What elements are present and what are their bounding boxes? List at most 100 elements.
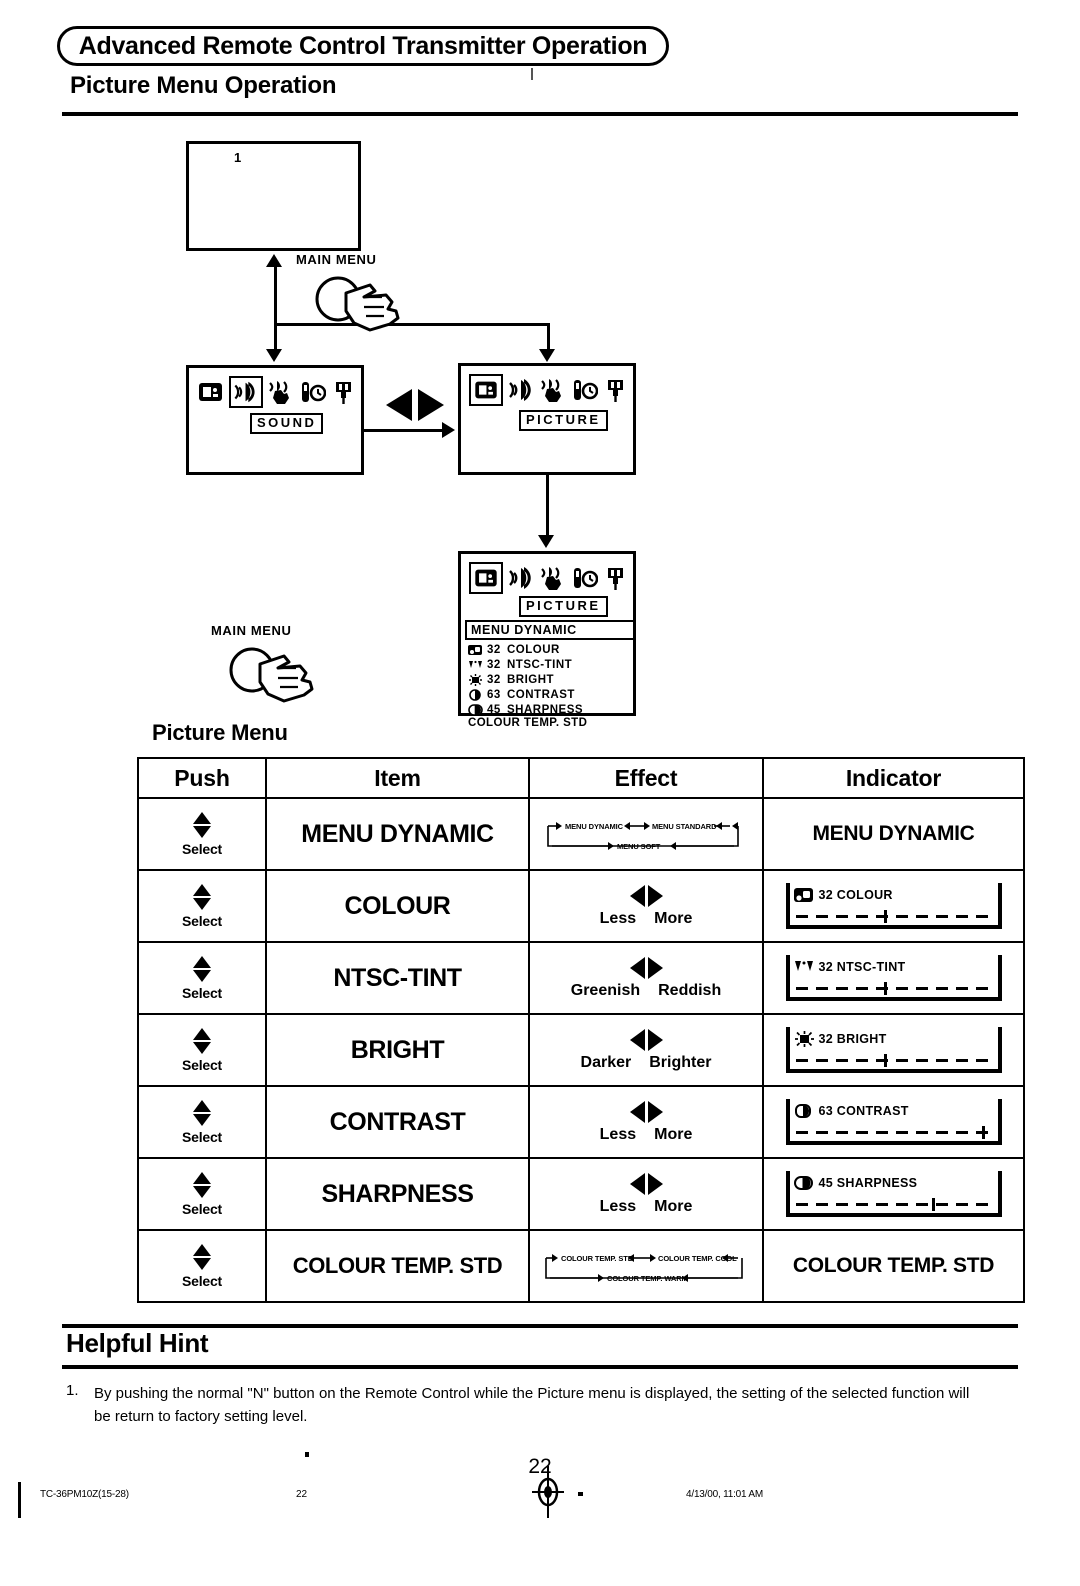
push-cell[interactable]: Select bbox=[137, 941, 267, 1015]
down-arrow-icon[interactable] bbox=[193, 1257, 211, 1270]
osd-item-contrast[interactable]: 63 CONTRAST bbox=[465, 687, 635, 702]
picture-tag: PICTURE bbox=[519, 596, 608, 618]
osd-item-label: COLOUR bbox=[507, 643, 560, 656]
indicator-value: 32 bbox=[818, 960, 834, 974]
up-arrow-icon[interactable] bbox=[193, 955, 211, 968]
sharpness-icon bbox=[468, 703, 483, 716]
item-label: MENU DYNAMIC bbox=[301, 819, 494, 848]
up-arrow-icon[interactable] bbox=[193, 1243, 211, 1256]
indicator-slider: 32 COLOUR bbox=[785, 883, 1002, 929]
slider-dashes bbox=[795, 1131, 992, 1134]
osd-item-colour-temp[interactable]: COLOUR TEMP. STD bbox=[465, 717, 635, 732]
audio-hand-icon[interactable] bbox=[539, 376, 566, 404]
column-header-label: Item bbox=[374, 764, 421, 791]
push-cell[interactable]: Select bbox=[137, 1085, 267, 1159]
push-cell[interactable]: Select bbox=[137, 1013, 267, 1087]
slider-dashes bbox=[795, 1059, 992, 1062]
slider-baseline bbox=[785, 997, 1002, 1001]
hand-press-icon-top bbox=[312, 271, 404, 335]
osd-item-sharpness[interactable]: 45 SHARPNESS bbox=[465, 702, 635, 717]
sound-icon[interactable] bbox=[508, 376, 535, 404]
up-arrow-icon[interactable] bbox=[193, 811, 211, 824]
audio-hand-icon[interactable] bbox=[267, 378, 294, 406]
stray-dot bbox=[305, 1452, 309, 1457]
push-cell[interactable]: Select bbox=[137, 797, 267, 871]
effect-cell: MENU DYNAMIC MENU STANDARD MENU SOFT bbox=[528, 797, 764, 871]
osd-icon-row-settings bbox=[469, 561, 629, 595]
osd-selected-header[interactable]: MENU DYNAMIC bbox=[465, 620, 635, 640]
osd-icon-row-picture bbox=[469, 373, 629, 407]
osd-item-bright[interactable]: 32 BRIGHT bbox=[465, 672, 635, 687]
down-arrow-icon[interactable] bbox=[193, 1113, 211, 1126]
down-arrow-icon[interactable] bbox=[193, 1185, 211, 1198]
down-arrow-icon[interactable] bbox=[193, 969, 211, 982]
left-arrow-icon bbox=[629, 1172, 645, 1195]
osd-item-label: SHARPNESS bbox=[507, 703, 584, 716]
osd-item-ntsc-tint[interactable]: 32 NTSC-TINT bbox=[465, 657, 635, 672]
osd-item-colour[interactable]: 32 COLOUR bbox=[465, 642, 635, 657]
tv-screen-initial: 1 bbox=[186, 141, 361, 251]
left-right-arrows-icon bbox=[629, 1172, 663, 1195]
up-arrow-icon[interactable] bbox=[193, 883, 211, 896]
setup-plug-icon[interactable] bbox=[602, 376, 629, 404]
sound-icon[interactable] bbox=[508, 564, 535, 592]
hint-rule-bottom bbox=[62, 1365, 1018, 1369]
table-caption: Picture Menu bbox=[152, 720, 288, 745]
setup-plug-icon[interactable] bbox=[602, 564, 629, 592]
up-arrow-icon[interactable] bbox=[193, 1171, 211, 1184]
slider-left-cap bbox=[785, 1099, 790, 1145]
arrowhead-down-to-menu bbox=[538, 535, 554, 548]
osd-item-value: 32 bbox=[487, 643, 501, 656]
indicator-value: 45 bbox=[818, 1176, 834, 1190]
slider-thumb[interactable] bbox=[883, 910, 887, 923]
down-arrow-icon[interactable] bbox=[193, 897, 211, 910]
right-arrow-icon bbox=[647, 1172, 663, 1195]
sound-tag: SOUND bbox=[250, 413, 324, 435]
picture-icon[interactable] bbox=[197, 378, 224, 406]
sound-icon[interactable] bbox=[228, 376, 263, 408]
effect-cell: Less More bbox=[528, 869, 764, 943]
up-arrow-icon[interactable] bbox=[193, 1099, 211, 1112]
slider-thumb[interactable] bbox=[883, 982, 887, 995]
up-arrow-icon[interactable] bbox=[193, 1027, 211, 1040]
hint-title: Helpful Hint bbox=[66, 1328, 209, 1358]
down-arrow-icon[interactable] bbox=[193, 1041, 211, 1054]
arrowhead-right-to-picture bbox=[442, 422, 455, 438]
item-label: BRIGHT bbox=[350, 1035, 445, 1064]
cycle-label-1: COLOUR TEMP. STD bbox=[561, 1254, 634, 1263]
timer-icon[interactable] bbox=[571, 376, 598, 404]
table-row: Select COLOUR TEMP. STD COLOUR TEMP. STD… bbox=[137, 1229, 1025, 1303]
picture-icon[interactable] bbox=[469, 374, 503, 406]
slider-thumb[interactable] bbox=[931, 1198, 935, 1211]
left-arrow-icon bbox=[629, 1100, 645, 1123]
margin-tick bbox=[531, 68, 533, 80]
left-right-arrows-icon bbox=[380, 385, 450, 425]
slider-thumb[interactable] bbox=[981, 1126, 985, 1139]
left-right-arrows-icon bbox=[629, 884, 663, 907]
effect-right-label: Brighter bbox=[649, 1053, 712, 1071]
hint-number: 1. bbox=[66, 1382, 79, 1399]
effect-left-label: Less bbox=[599, 909, 637, 927]
cycle-label-2: COLOUR TEMP. COOL bbox=[658, 1254, 737, 1263]
indicator-label: NTSC-TINT bbox=[836, 960, 906, 974]
operation-flow-diagram: 1 MAIN MENU SOUND PICTURE MAIN MENU PICT… bbox=[0, 125, 1080, 735]
slider-thumb[interactable] bbox=[883, 1054, 887, 1067]
picture-icon[interactable] bbox=[469, 562, 503, 594]
column-header-label: Indicator bbox=[845, 764, 942, 791]
push-cell[interactable]: Select bbox=[137, 869, 267, 943]
down-arrow-icon[interactable] bbox=[193, 825, 211, 838]
setup-plug-icon[interactable] bbox=[330, 378, 357, 406]
effect-right-label: More bbox=[654, 1125, 693, 1143]
push-cell[interactable]: Select bbox=[137, 1229, 267, 1303]
table-row: Select MENU DYNAMIC MENU DYNAMIC MENU ST… bbox=[137, 797, 1025, 871]
slider-baseline bbox=[785, 925, 1002, 929]
indicator-slider: 32 BRIGHT bbox=[785, 1027, 1002, 1073]
indicator-slider: 45 SHARPNESS bbox=[785, 1171, 1002, 1217]
tv-screen-picture-menu: PICTURE bbox=[458, 363, 636, 475]
timer-icon[interactable] bbox=[299, 378, 326, 406]
left-right-arrows-icon bbox=[629, 1028, 663, 1051]
timer-icon[interactable] bbox=[571, 564, 598, 592]
audio-hand-icon[interactable] bbox=[539, 564, 566, 592]
push-cell[interactable]: Select bbox=[137, 1157, 267, 1231]
item-cell: MENU DYNAMIC bbox=[265, 797, 530, 871]
